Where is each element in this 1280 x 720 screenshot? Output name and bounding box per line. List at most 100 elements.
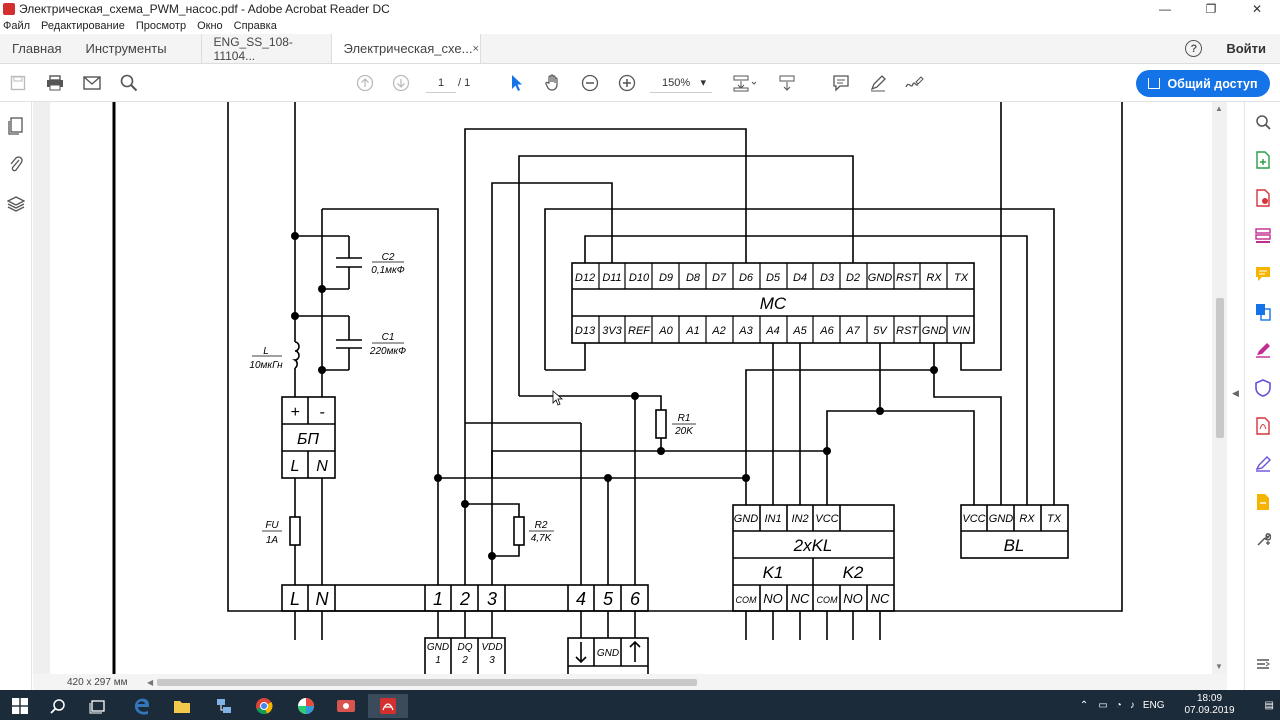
horizontal-scroll-thumb[interactable] xyxy=(157,679,697,686)
windows-start-icon[interactable] xyxy=(0,694,40,718)
scroll-mode-icon[interactable] xyxy=(776,73,798,93)
status-bar: 420 x 297 мм ◀ xyxy=(33,674,1227,690)
relay-pin-in1: IN1 xyxy=(764,513,781,525)
help-icon[interactable]: ? xyxy=(1185,40,1203,57)
login-button[interactable]: Войти xyxy=(1226,41,1266,56)
close-tab-icon[interactable]: × xyxy=(472,43,478,55)
bl-label: BL xyxy=(1004,536,1025,555)
fit-page-icon[interactable] xyxy=(730,73,760,93)
send-for-signature-icon[interactable] xyxy=(1253,454,1273,474)
bl-pin-gnd: GND xyxy=(989,513,1014,525)
relay-k1-nc: NC xyxy=(791,591,810,606)
colorful-app-icon[interactable] xyxy=(286,694,326,718)
page-number-input[interactable]: 1 xyxy=(426,73,456,93)
terminal-4: 4 xyxy=(576,589,586,609)
menu-window[interactable]: Окно xyxy=(197,20,223,32)
scroll-up-icon[interactable]: ▲ xyxy=(1215,104,1223,113)
tab-home[interactable]: Главная xyxy=(0,34,73,63)
mc-pin-d12: D12 xyxy=(575,272,595,284)
create-pdf-icon[interactable] xyxy=(1253,188,1273,208)
organize-pages-icon[interactable] xyxy=(1253,226,1273,246)
notifications-icon[interactable]: ▤ xyxy=(1265,700,1274,711)
vertical-scrollbar[interactable]: ▲ ▼ xyxy=(1212,102,1227,674)
mc-pin-d13: D13 xyxy=(575,325,596,337)
horizontal-scrollbar[interactable] xyxy=(157,677,1217,687)
bl-pin-rx: RX xyxy=(1019,513,1035,525)
select-cursor-icon[interactable] xyxy=(506,73,528,93)
fill-sign-icon[interactable] xyxy=(1253,340,1273,360)
email-icon[interactable] xyxy=(81,73,103,93)
mc-pin-d3: D3 xyxy=(820,272,835,284)
media-app-icon[interactable] xyxy=(326,694,366,718)
previous-page-icon[interactable] xyxy=(354,73,376,93)
mc-pin-a6: A6 xyxy=(819,325,834,337)
taskbar-clock[interactable]: 18:09 07.09.2019 xyxy=(1184,693,1234,717)
menu-edit[interactable]: Редактирование xyxy=(41,20,125,32)
search-icon[interactable] xyxy=(118,73,140,93)
zoom-level-select[interactable]: 150% ▾ xyxy=(650,73,712,93)
edge-browser-icon[interactable] xyxy=(122,694,162,718)
relay-k1: K1 xyxy=(763,563,784,582)
export-pdf-icon[interactable] xyxy=(1253,150,1273,170)
combine-files-icon[interactable] xyxy=(1253,302,1273,322)
comment-tool-icon[interactable] xyxy=(1253,264,1273,284)
inductor-name: L xyxy=(263,346,269,357)
vertical-scroll-thumb[interactable] xyxy=(1216,298,1224,438)
close-window-button[interactable]: ✕ xyxy=(1234,0,1280,18)
menu-help[interactable]: Справка xyxy=(234,20,277,32)
volume-icon[interactable]: ♪ xyxy=(1130,700,1135,711)
network-app-icon[interactable] xyxy=(204,694,244,718)
print-icon[interactable] xyxy=(44,73,66,93)
keyboard-language[interactable]: ENG xyxy=(1143,700,1165,711)
menu-view[interactable]: Просмотр xyxy=(136,20,186,32)
zoom-out-icon[interactable] xyxy=(579,73,601,93)
wifi-icon[interactable]: ◔ xyxy=(1116,700,1122,711)
next-page-icon[interactable] xyxy=(390,73,412,93)
terminal-2: 2 xyxy=(459,589,470,609)
zoom-level-value: 150% xyxy=(662,77,691,89)
protect-shield-icon[interactable] xyxy=(1253,378,1273,398)
collapse-tools-icon[interactable] xyxy=(1253,654,1273,674)
tab-document-eng[interactable]: ENG_SS_108-11104... xyxy=(200,34,331,63)
windows-taskbar: ⌃ ▭ ◔ ♪ ENG 18:09 07.09.2019 ▤ xyxy=(0,690,1280,720)
layers-icon[interactable] xyxy=(6,194,26,214)
right-tools-rail xyxy=(1244,102,1280,690)
zoom-search-icon[interactable] xyxy=(1253,112,1273,132)
task-view-icon[interactable] xyxy=(78,694,118,718)
scroll-left-icon[interactable]: ◀ xyxy=(147,678,153,687)
terminal-n: N xyxy=(316,589,330,609)
attachment-icon[interactable] xyxy=(6,154,26,174)
mc-pin-3v3: 3V3 xyxy=(602,325,622,337)
chrome-browser-icon[interactable] xyxy=(244,694,284,718)
more-tools-icon[interactable] xyxy=(1253,530,1273,550)
share-button[interactable]: Общий доступ xyxy=(1136,70,1270,97)
left-navigation-rail xyxy=(0,102,32,690)
zoom-in-icon[interactable] xyxy=(616,73,638,93)
mc-pin-a1: A1 xyxy=(685,325,699,337)
taskbar-search-icon[interactable] xyxy=(38,694,78,718)
comment-icon[interactable] xyxy=(830,73,852,93)
document-view[interactable]: D12 D11 D10 D9 D8 D7 D6 D5 D4 D3 D2 GND … xyxy=(33,102,1227,674)
acrobat-taskbar-icon[interactable] xyxy=(368,694,408,718)
battery-icon[interactable]: ▭ xyxy=(1098,700,1107,711)
highlight-pen-icon[interactable] xyxy=(867,73,889,93)
clock-date: 07.09.2019 xyxy=(1184,705,1235,716)
tab-tools[interactable]: Инструменты xyxy=(73,34,178,63)
tab-document-schema[interactable]: Электрическая_схе... × xyxy=(330,34,481,63)
mc-pin-a4: A4 xyxy=(765,325,779,337)
page-thumbnails-icon[interactable] xyxy=(6,116,26,136)
sign-icon[interactable] xyxy=(903,73,925,93)
mc-pin-5v: 5V xyxy=(873,325,888,337)
hand-tool-icon[interactable] xyxy=(542,73,564,93)
save-icon[interactable] xyxy=(7,73,29,93)
tray-overflow-icon[interactable]: ⌃ xyxy=(1080,700,1088,711)
send-file-icon[interactable] xyxy=(1253,492,1273,512)
expand-right-panel-icon[interactable]: ◀ xyxy=(1232,388,1239,399)
pump-gnd-label: GND xyxy=(597,648,619,659)
scroll-down-icon[interactable]: ▼ xyxy=(1215,662,1223,671)
file-explorer-icon[interactable] xyxy=(162,694,202,718)
menu-file[interactable]: Файл xyxy=(3,20,30,32)
pdf-file-icon[interactable] xyxy=(1253,416,1273,436)
minimize-button[interactable]: — xyxy=(1142,0,1188,18)
maximize-button[interactable]: ❐ xyxy=(1188,0,1234,18)
